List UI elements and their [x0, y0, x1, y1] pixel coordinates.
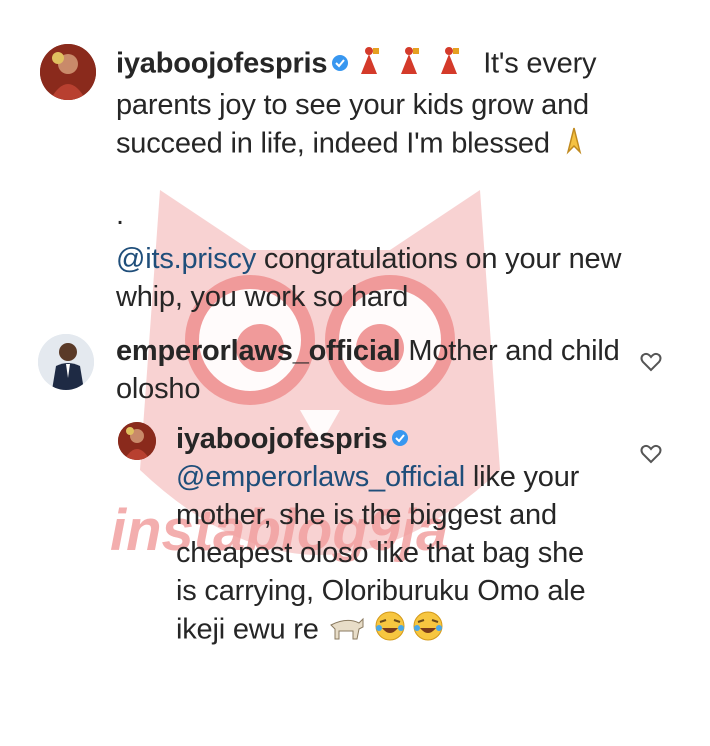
goat-emoji [327, 611, 367, 651]
username[interactable]: emperorlaws_official [116, 335, 401, 367]
verified-badge-icon [392, 430, 409, 447]
username[interactable]: iyaboojofespris [176, 423, 388, 455]
avatar[interactable] [40, 44, 96, 100]
folded-hands-emoji [558, 124, 590, 166]
like-heart-icon[interactable] [640, 444, 662, 464]
verified-badge-icon [332, 55, 349, 71]
comment-3-body: @emperorlaws_official like your mother, … [176, 458, 612, 652]
avatar[interactable] [38, 334, 94, 390]
comment-1-body-2: @its.priscy congratulations on your new … [116, 240, 676, 316]
comment-1-body: iyaboojofespris It's every parents joy t… [116, 44, 676, 166]
dancer-emoji [355, 44, 475, 86]
comment-3-header: iyaboojofespris [176, 420, 636, 458]
mention-link[interactable]: @its.priscy [116, 243, 256, 275]
username[interactable]: iyaboojofespris [116, 48, 328, 80]
comment-1-separator: . [116, 199, 124, 231]
avatar[interactable] [118, 422, 156, 460]
mention-link[interactable]: @emperorlaws_official [176, 461, 465, 493]
tears-of-joy-emoji [374, 610, 446, 652]
comment-2-body: emperorlaws_official Mother and child ol… [116, 332, 626, 408]
like-heart-icon[interactable] [640, 352, 662, 372]
